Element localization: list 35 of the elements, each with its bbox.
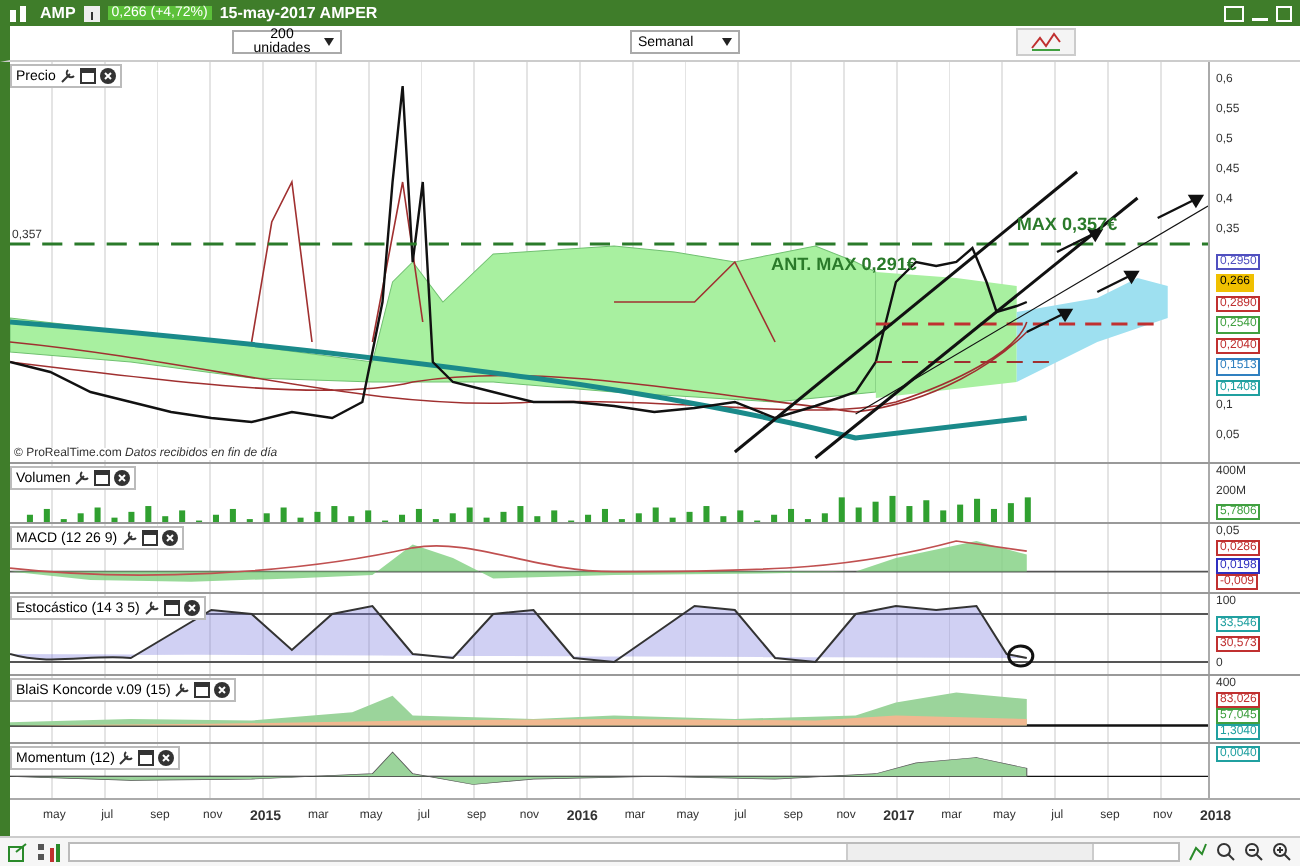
window-icon[interactable] bbox=[163, 600, 180, 616]
window-icon[interactable] bbox=[138, 750, 155, 766]
info-icon[interactable] bbox=[83, 5, 100, 21]
wrench-icon[interactable] bbox=[118, 750, 135, 766]
window-icon[interactable] bbox=[194, 682, 211, 698]
line-chart-icon bbox=[1030, 32, 1062, 52]
highlight-circle bbox=[1007, 644, 1035, 668]
zoom-in-icon[interactable] bbox=[1272, 842, 1292, 862]
close-icon[interactable] bbox=[114, 470, 131, 486]
close-icon[interactable] bbox=[214, 682, 231, 698]
export-icon[interactable] bbox=[8, 842, 28, 862]
wrench-icon[interactable] bbox=[121, 530, 138, 546]
scrollbar[interactable] bbox=[68, 842, 1180, 862]
symbol-label[interactable]: AMP bbox=[40, 4, 76, 22]
zoom-out-icon[interactable] bbox=[1244, 842, 1264, 862]
annotation-label: ANT. MAX 0,291€ bbox=[771, 254, 917, 274]
caret-icon bbox=[722, 38, 732, 46]
indicators-icon[interactable] bbox=[36, 842, 60, 862]
zoom-area-icon[interactable] bbox=[1216, 842, 1236, 862]
window-icon[interactable] bbox=[94, 470, 111, 486]
chart-type-button[interactable] bbox=[1016, 28, 1076, 56]
date-name-label: 15-may-2017 AMPER bbox=[219, 4, 378, 22]
wrench-icon[interactable] bbox=[59, 68, 76, 84]
window-icon[interactable] bbox=[79, 68, 96, 84]
caret-icon bbox=[324, 38, 334, 46]
window-icon[interactable] bbox=[141, 530, 158, 546]
wrench-icon[interactable] bbox=[143, 600, 160, 616]
wrench-icon[interactable] bbox=[74, 470, 91, 486]
close-icon[interactable] bbox=[99, 68, 116, 84]
close-icon[interactable] bbox=[183, 600, 200, 616]
maximize-icon[interactable] bbox=[1276, 5, 1292, 21]
close-icon[interactable] bbox=[161, 530, 178, 546]
wrench-icon[interactable] bbox=[174, 682, 191, 698]
chart-icon[interactable] bbox=[8, 3, 32, 23]
close-icon[interactable] bbox=[158, 750, 175, 766]
